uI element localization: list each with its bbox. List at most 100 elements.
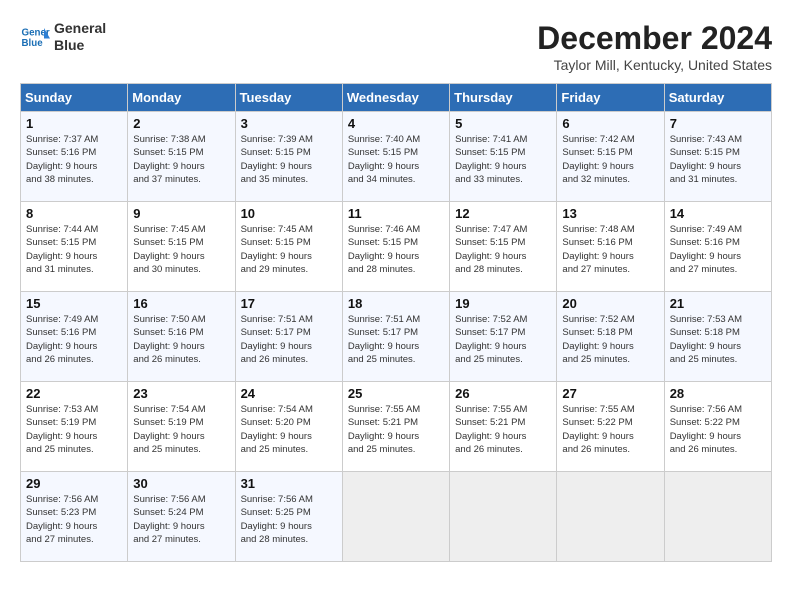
day-info: Sunrise: 7:52 AM Sunset: 5:18 PM Dayligh… (562, 313, 658, 366)
day-info: Sunrise: 7:55 AM Sunset: 5:21 PM Dayligh… (348, 403, 444, 456)
col-header-tuesday: Tuesday (235, 84, 342, 112)
calendar-cell: 28 Sunrise: 7:56 AM Sunset: 5:22 PM Dayli… (664, 382, 771, 472)
col-header-monday: Monday (128, 84, 235, 112)
day-number: 7 (670, 116, 766, 131)
day-number: 1 (26, 116, 122, 131)
col-header-sunday: Sunday (21, 84, 128, 112)
day-info: Sunrise: 7:37 AM Sunset: 5:16 PM Dayligh… (26, 133, 122, 186)
calendar-cell: 8 Sunrise: 7:44 AM Sunset: 5:15 PM Daylig… (21, 202, 128, 292)
day-info: Sunrise: 7:38 AM Sunset: 5:15 PM Dayligh… (133, 133, 229, 186)
calendar-week-row: 29 Sunrise: 7:56 AM Sunset: 5:23 PM Dayli… (21, 472, 772, 562)
calendar-cell: 13Sunrise: 7:48 AM Sunset: 5:16 PM Dayli… (557, 202, 664, 292)
day-number: 30 (133, 476, 229, 491)
calendar-week-row: 22Sunrise: 7:53 AM Sunset: 5:19 PM Dayli… (21, 382, 772, 472)
calendar-cell (342, 472, 449, 562)
day-info: Sunrise: 7:50 AM Sunset: 5:16 PM Dayligh… (133, 313, 229, 366)
day-info: Sunrise: 7:55 AM Sunset: 5:21 PM Dayligh… (455, 403, 551, 456)
day-number: 12 (455, 206, 551, 221)
logo-text: General Blue (54, 20, 106, 54)
logo: General Blue General Blue (20, 20, 106, 54)
col-header-friday: Friday (557, 84, 664, 112)
calendar-cell: 15 Sunrise: 7:49 AM Sunset: 5:16 PM Dayli… (21, 292, 128, 382)
day-number: 23 (133, 386, 229, 401)
day-info: Sunrise: 7:56 AM Sunset: 5:24 PM Dayligh… (133, 493, 229, 546)
day-number: 16 (133, 296, 229, 311)
day-info: Sunrise: 7:51 AM Sunset: 5:17 PM Dayligh… (348, 313, 444, 366)
day-info: Sunrise: 7:45 AM Sunset: 5:15 PM Dayligh… (133, 223, 229, 276)
page-header: General Blue General Blue December 2024 … (20, 20, 772, 73)
day-number: 21 (670, 296, 766, 311)
calendar-header-row: SundayMondayTuesdayWednesdayThursdayFrid… (21, 84, 772, 112)
day-number: 17 (241, 296, 337, 311)
calendar-cell: 30 Sunrise: 7:56 AM Sunset: 5:24 PM Dayli… (128, 472, 235, 562)
day-info: Sunrise: 7:44 AM Sunset: 5:15 PM Dayligh… (26, 223, 122, 276)
day-info: Sunrise: 7:45 AM Sunset: 5:15 PM Dayligh… (241, 223, 337, 276)
col-header-thursday: Thursday (450, 84, 557, 112)
day-info: Sunrise: 7:53 AM Sunset: 5:19 PM Dayligh… (26, 403, 122, 456)
calendar-cell: 27Sunrise: 7:55 AM Sunset: 5:22 PM Dayli… (557, 382, 664, 472)
calendar-cell: 21Sunrise: 7:53 AM Sunset: 5:18 PM Dayli… (664, 292, 771, 382)
calendar-week-row: 1 Sunrise: 7:37 AM Sunset: 5:16 PM Daylig… (21, 112, 772, 202)
day-info: Sunrise: 7:56 AM Sunset: 5:22 PM Dayligh… (670, 403, 766, 456)
svg-text:Blue: Blue (22, 38, 44, 49)
day-info: Sunrise: 7:56 AM Sunset: 5:23 PM Dayligh… (26, 493, 122, 546)
calendar-subtitle: Taylor Mill, Kentucky, United States (537, 57, 772, 73)
day-number: 31 (241, 476, 337, 491)
day-number: 6 (562, 116, 658, 131)
calendar-cell: 9 Sunrise: 7:45 AM Sunset: 5:15 PM Daylig… (128, 202, 235, 292)
calendar-cell (557, 472, 664, 562)
day-info: Sunrise: 7:39 AM Sunset: 5:15 PM Dayligh… (241, 133, 337, 186)
col-header-saturday: Saturday (664, 84, 771, 112)
day-info: Sunrise: 7:49 AM Sunset: 5:16 PM Dayligh… (26, 313, 122, 366)
day-info: Sunrise: 7:42 AM Sunset: 5:15 PM Dayligh… (562, 133, 658, 186)
day-number: 5 (455, 116, 551, 131)
calendar-cell: 22Sunrise: 7:53 AM Sunset: 5:19 PM Dayli… (21, 382, 128, 472)
calendar-cell: 24 Sunrise: 7:54 AM Sunset: 5:20 PM Dayli… (235, 382, 342, 472)
day-number: 27 (562, 386, 658, 401)
calendar-cell: 2 Sunrise: 7:38 AM Sunset: 5:15 PM Daylig… (128, 112, 235, 202)
day-number: 25 (348, 386, 444, 401)
day-number: 20 (562, 296, 658, 311)
day-number: 11 (348, 206, 444, 221)
day-number: 9 (133, 206, 229, 221)
day-info: Sunrise: 7:41 AM Sunset: 5:15 PM Dayligh… (455, 133, 551, 186)
calendar-cell: 7Sunrise: 7:43 AM Sunset: 5:15 PM Daylig… (664, 112, 771, 202)
day-number: 2 (133, 116, 229, 131)
calendar-cell: 31Sunrise: 7:56 AM Sunset: 5:25 PM Dayli… (235, 472, 342, 562)
day-info: Sunrise: 7:54 AM Sunset: 5:20 PM Dayligh… (241, 403, 337, 456)
day-info: Sunrise: 7:40 AM Sunset: 5:15 PM Dayligh… (348, 133, 444, 186)
day-info: Sunrise: 7:51 AM Sunset: 5:17 PM Dayligh… (241, 313, 337, 366)
calendar-cell: 23Sunrise: 7:54 AM Sunset: 5:19 PM Dayli… (128, 382, 235, 472)
day-number: 28 (670, 386, 766, 401)
day-number: 24 (241, 386, 337, 401)
day-number: 13 (562, 206, 658, 221)
title-block: December 2024 Taylor Mill, Kentucky, Uni… (537, 20, 772, 73)
day-number: 26 (455, 386, 551, 401)
day-number: 3 (241, 116, 337, 131)
day-info: Sunrise: 7:52 AM Sunset: 5:17 PM Dayligh… (455, 313, 551, 366)
day-number: 4 (348, 116, 444, 131)
day-number: 18 (348, 296, 444, 311)
logo-line1: General (54, 20, 106, 37)
day-info: Sunrise: 7:47 AM Sunset: 5:15 PM Dayligh… (455, 223, 551, 276)
calendar-cell: 10Sunrise: 7:45 AM Sunset: 5:15 PM Dayli… (235, 202, 342, 292)
calendar-week-row: 15 Sunrise: 7:49 AM Sunset: 5:16 PM Dayli… (21, 292, 772, 382)
calendar-body: 1 Sunrise: 7:37 AM Sunset: 5:16 PM Daylig… (21, 112, 772, 562)
day-number: 19 (455, 296, 551, 311)
day-number: 14 (670, 206, 766, 221)
calendar-cell: 1 Sunrise: 7:37 AM Sunset: 5:16 PM Daylig… (21, 112, 128, 202)
day-info: Sunrise: 7:46 AM Sunset: 5:15 PM Dayligh… (348, 223, 444, 276)
day-number: 8 (26, 206, 122, 221)
calendar-cell: 17 Sunrise: 7:51 AM Sunset: 5:17 PM Dayli… (235, 292, 342, 382)
calendar-cell (664, 472, 771, 562)
calendar-week-row: 8 Sunrise: 7:44 AM Sunset: 5:15 PM Daylig… (21, 202, 772, 292)
calendar-cell: 18 Sunrise: 7:51 AM Sunset: 5:17 PM Dayli… (342, 292, 449, 382)
calendar-cell: 16 Sunrise: 7:50 AM Sunset: 5:16 PM Dayli… (128, 292, 235, 382)
calendar-cell: 4 Sunrise: 7:40 AM Sunset: 5:15 PM Daylig… (342, 112, 449, 202)
calendar-cell: 26 Sunrise: 7:55 AM Sunset: 5:21 PM Dayli… (450, 382, 557, 472)
calendar-cell: 6 Sunrise: 7:42 AM Sunset: 5:15 PM Daylig… (557, 112, 664, 202)
day-number: 15 (26, 296, 122, 311)
calendar-cell: 12 Sunrise: 7:47 AM Sunset: 5:15 PM Dayli… (450, 202, 557, 292)
calendar-cell: 19 Sunrise: 7:52 AM Sunset: 5:17 PM Dayli… (450, 292, 557, 382)
day-number: 29 (26, 476, 122, 491)
